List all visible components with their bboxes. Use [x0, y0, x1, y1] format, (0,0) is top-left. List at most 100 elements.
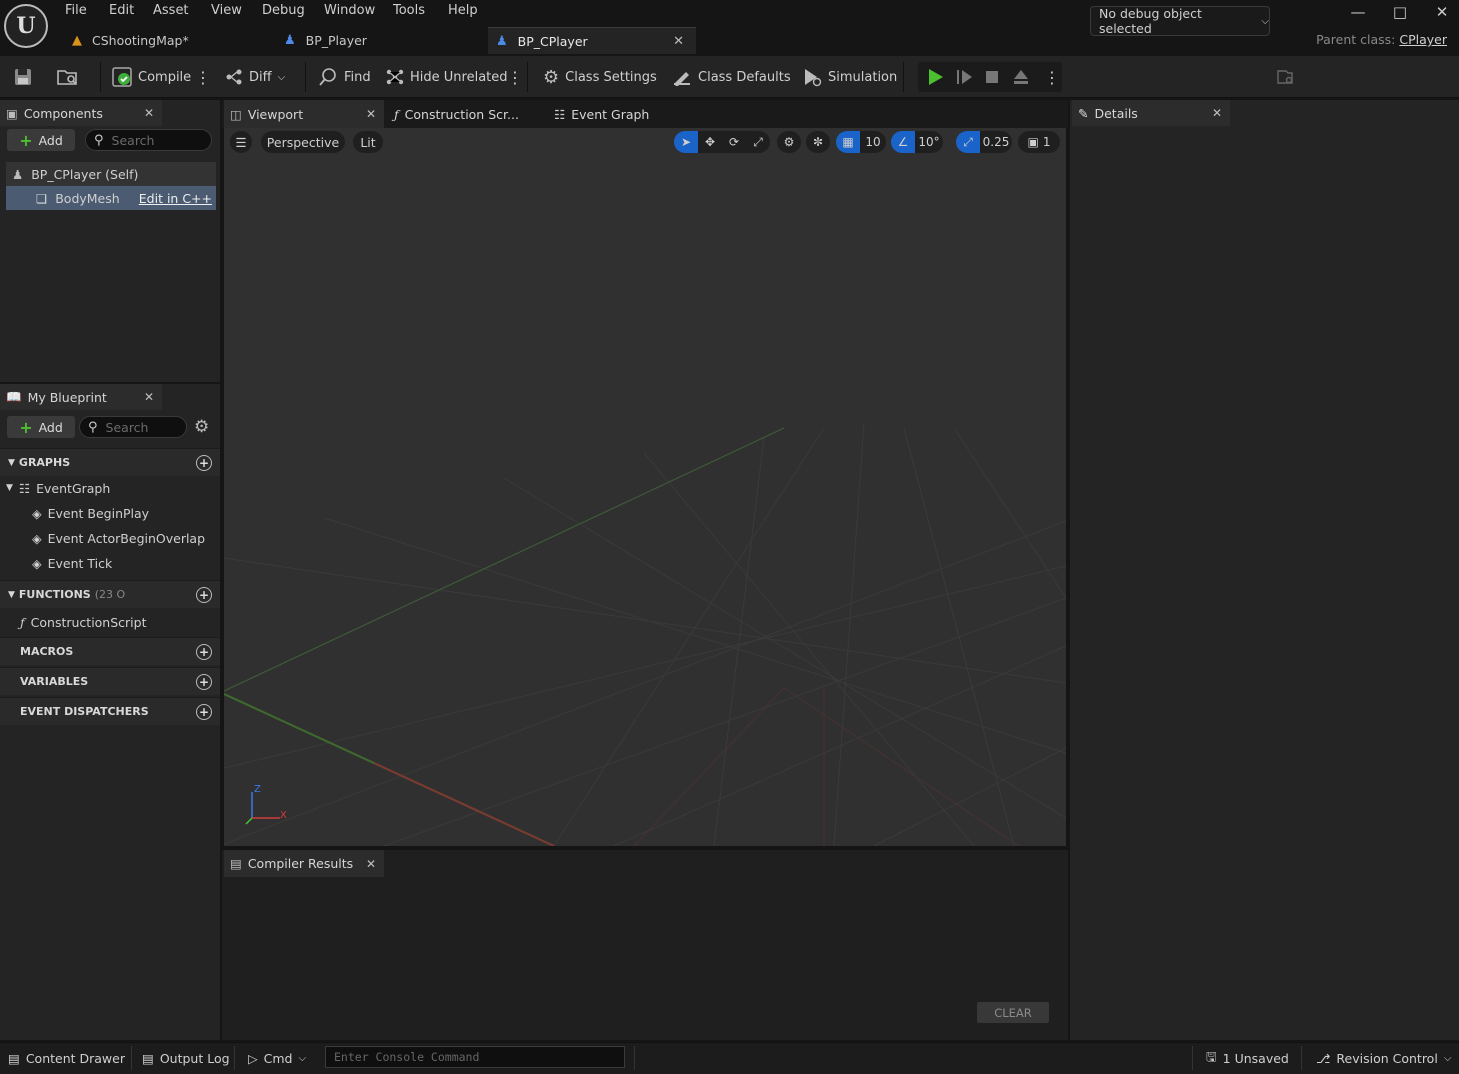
- edit-in-cpp-link[interactable]: Edit in C++: [139, 191, 212, 206]
- components-search-input[interactable]: ⚲ Search: [85, 129, 212, 151]
- menu-file[interactable]: File: [65, 3, 87, 21]
- component-bodymesh-row[interactable]: ❏ BodyMesh Edit in C++: [6, 186, 216, 210]
- hide-unrelated-button[interactable]: Hide Unrelated: [386, 56, 508, 98]
- debug-object-select[interactable]: No debug object selected ⌵: [1090, 6, 1270, 36]
- eject-icon[interactable]: [1012, 56, 1030, 98]
- event-node-icon: ◈: [32, 505, 42, 521]
- doc-tab-label: CShootingMap*: [92, 33, 189, 48]
- add-macro-icon[interactable]: +: [196, 643, 212, 660]
- browse-icon[interactable]: [56, 56, 80, 98]
- class-settings-button[interactable]: ⚙ Class Settings: [543, 56, 657, 98]
- camera-speed-button[interactable]: ▣ 1: [1018, 131, 1060, 153]
- variables-section-header[interactable]: VARIABLES +: [0, 667, 220, 695]
- add-event-dispatcher-icon[interactable]: +: [196, 703, 212, 720]
- cmd-dropdown[interactable]: ▷ Cmd ⌵: [248, 1042, 306, 1074]
- settings-gear-icon[interactable]: ⚙: [194, 417, 209, 437]
- content-drawer-button[interactable]: ▤ Content Drawer: [8, 1042, 125, 1074]
- close-tab-icon[interactable]: ✕: [366, 107, 376, 121]
- graphs-section-header[interactable]: ▼ GRAPHS +: [0, 448, 220, 476]
- tab-event-graph[interactable]: ☷ Event Graph: [548, 100, 698, 128]
- menu-help[interactable]: Help: [448, 3, 478, 21]
- rotation-snap-icon[interactable]: ∠: [891, 131, 915, 153]
- select-tool-icon[interactable]: ➤: [674, 131, 698, 153]
- close-tab-icon[interactable]: ✕: [673, 34, 684, 49]
- doc-tab-cshootingmap[interactable]: ▲ CShootingMap*: [64, 27, 270, 54]
- macros-section-header[interactable]: MACROS +: [0, 637, 220, 665]
- viewport-canvas[interactable]: Z X: [224, 128, 1066, 846]
- add-function-icon[interactable]: +: [196, 586, 212, 603]
- save-icon[interactable]: [12, 56, 34, 98]
- play-options-icon[interactable]: ⋮: [1044, 56, 1060, 98]
- output-log-button[interactable]: ▤ Output Log: [142, 1042, 230, 1074]
- clear-button[interactable]: CLEAR: [977, 1002, 1049, 1023]
- my-blueprint-search-input[interactable]: ⚲ Search: [79, 416, 187, 438]
- compile-button[interactable]: Compile: [112, 56, 191, 98]
- menu-asset[interactable]: Asset: [153, 3, 189, 21]
- hide-unrelated-options-icon[interactable]: ⋮: [507, 56, 523, 98]
- diff-button[interactable]: Diff ⌵: [225, 56, 285, 98]
- rotation-snap-value[interactable]: 10°: [915, 131, 943, 153]
- menu-window[interactable]: Window: [324, 3, 375, 21]
- tab-viewport[interactable]: ◫ Viewport ✕: [224, 100, 384, 128]
- close-tab-icon[interactable]: ✕: [144, 106, 154, 120]
- view-mode-button[interactable]: Lit: [353, 131, 383, 153]
- unreal-logo-icon[interactable]: U: [4, 4, 48, 48]
- menu-tools[interactable]: Tools: [393, 3, 425, 21]
- doc-tab-bp-cplayer[interactable]: ♟ BP_CPlayer ✕: [488, 27, 696, 54]
- find-button[interactable]: Find: [318, 56, 371, 98]
- doc-tab-bp-player[interactable]: ♟ BP_Player: [276, 27, 482, 54]
- close-tab-icon[interactable]: ✕: [366, 857, 376, 871]
- branch-icon: ⎇: [1316, 1050, 1331, 1066]
- scale-snap-value[interactable]: 0.25: [980, 131, 1012, 153]
- tree-item-eventgraph[interactable]: ▼ ☷ EventGraph: [0, 476, 220, 500]
- tab-construction-script[interactable]: ƒ Construction Scr...: [388, 100, 538, 128]
- class-defaults-button[interactable]: Class Defaults: [672, 56, 791, 98]
- play-icon[interactable]: [926, 56, 944, 98]
- simulation-button[interactable]: Simulation: [802, 56, 897, 98]
- add-graph-icon[interactable]: +: [196, 454, 212, 471]
- tree-item-event-tick[interactable]: ◈ Event Tick: [0, 551, 220, 575]
- menu-edit[interactable]: Edit: [109, 3, 134, 21]
- my-blueprint-tab[interactable]: 📖 My Blueprint ✕: [0, 384, 162, 410]
- perspective-button[interactable]: Perspective: [261, 131, 345, 153]
- scale-tool-icon[interactable]: ⤢: [746, 131, 770, 153]
- parent-class-link[interactable]: CPlayer: [1399, 32, 1447, 47]
- add-component-button[interactable]: + Add: [7, 129, 75, 151]
- add-variable-icon[interactable]: +: [196, 673, 212, 690]
- find-icon: [319, 68, 336, 86]
- viewport-menu-icon[interactable]: ☰: [230, 131, 252, 153]
- world-local-icon[interactable]: ⚙: [777, 131, 801, 153]
- compile-options-icon[interactable]: ⋮: [195, 56, 211, 98]
- functions-section-header[interactable]: ▼ FUNCTIONS (23 O +: [0, 580, 220, 608]
- close-window-icon[interactable]: ✕: [1430, 3, 1454, 21]
- component-root-row[interactable]: ♟ BP_CPlayer (Self): [6, 162, 216, 186]
- class-defaults-icon: [674, 72, 690, 86]
- grid-snap-value[interactable]: 10: [860, 131, 886, 153]
- minimize-icon[interactable]: —: [1346, 3, 1370, 21]
- unsaved-button[interactable]: 🖫 1 Unsaved: [1206, 1042, 1289, 1074]
- console-command-input[interactable]: Enter Console Command: [325, 1046, 625, 1068]
- components-tab[interactable]: ▣ Components ✕: [0, 100, 162, 126]
- tree-item-event-actorbeginoverlap[interactable]: ◈ Event ActorBeginOverlap: [0, 526, 220, 550]
- surface-snap-icon[interactable]: ✼: [806, 131, 830, 153]
- event-label: Event BeginPlay: [47, 505, 150, 521]
- revision-control-button[interactable]: ⎇ Revision Control ⌵: [1316, 1042, 1451, 1074]
- grid-snap-icon[interactable]: ▦: [836, 131, 860, 153]
- step-icon[interactable]: [955, 56, 973, 98]
- details-tab[interactable]: ✎ Details ✕: [1072, 100, 1230, 126]
- tree-item-constructionscript[interactable]: ƒ ConstructionScript: [0, 610, 220, 634]
- event-dispatchers-section-header[interactable]: EVENT DISPATCHERS +: [0, 697, 220, 725]
- close-tab-icon[interactable]: ✕: [144, 390, 154, 404]
- scale-snap-icon[interactable]: ⤢: [956, 131, 980, 153]
- maximize-icon[interactable]: □: [1388, 3, 1412, 21]
- rotate-tool-icon[interactable]: ⟳: [722, 131, 746, 153]
- close-tab-icon[interactable]: ✕: [1212, 106, 1222, 120]
- tree-item-event-beginplay[interactable]: ◈ Event BeginPlay: [0, 501, 220, 525]
- menu-debug[interactable]: Debug: [262, 3, 305, 21]
- add-member-button[interactable]: + Add: [7, 416, 75, 438]
- debug-filter-icon[interactable]: [1276, 56, 1294, 98]
- compiler-results-tab[interactable]: ▤ Compiler Results ✕: [224, 850, 384, 877]
- menu-view[interactable]: View: [211, 3, 242, 21]
- translate-tool-icon[interactable]: ✥: [698, 131, 722, 153]
- stop-icon[interactable]: [984, 56, 1000, 98]
